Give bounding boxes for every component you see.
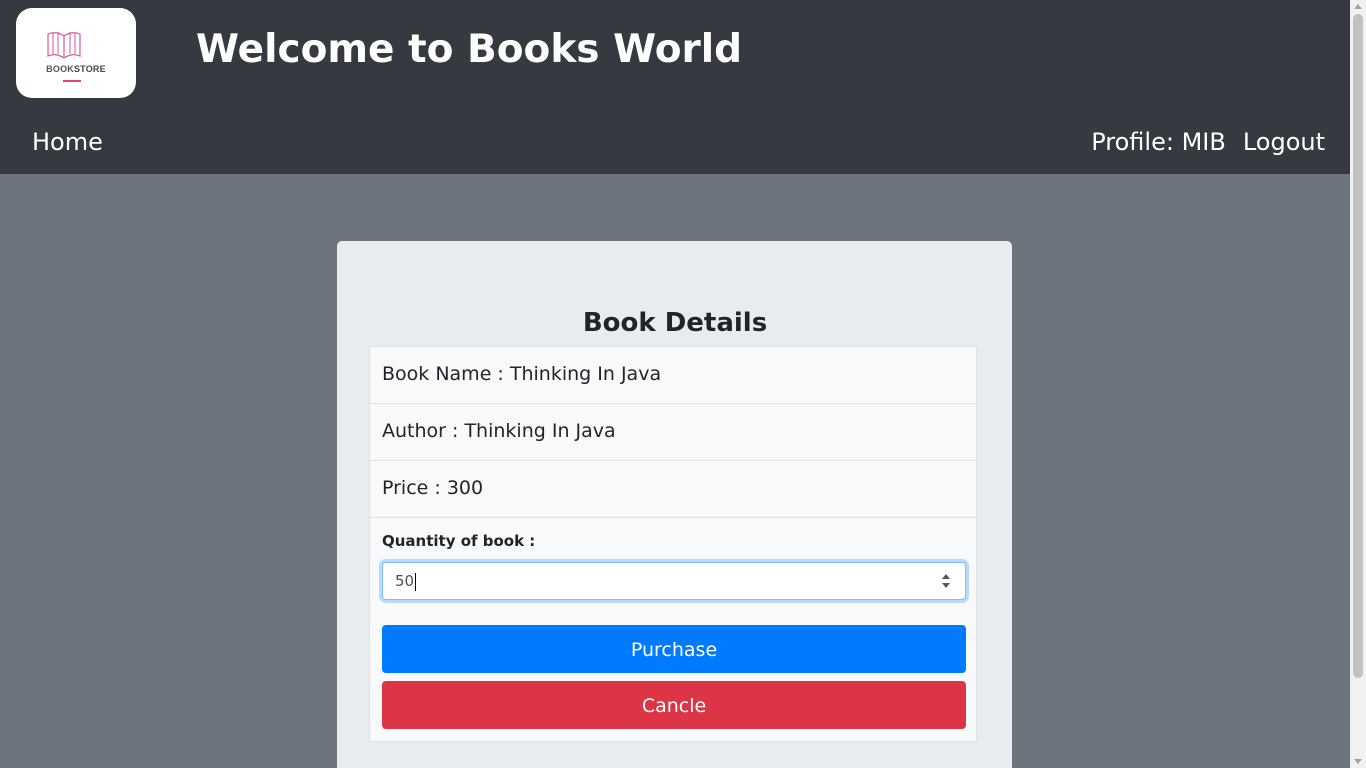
stepper-down-icon[interactable] [942,583,950,588]
price-row: Price : 300 [370,461,976,518]
quantity-stepper[interactable] [941,572,951,590]
text-caret [415,572,417,591]
bookstore-logo[interactable]: BOOKSTORE [16,8,136,98]
top-navbar: BOOKSTORE Welcome to Books World Home Pr… [0,0,1350,174]
open-book-icon [47,32,81,59]
scroll-down-icon[interactable] [1354,759,1362,764]
book-details-title: Book Details [582,308,768,338]
logo-text-store: STORE [73,64,106,74]
book-name-value: Thinking In Java [509,363,662,385]
quantity-value: 50 [395,572,415,590]
quantity-input[interactable]: 50 [382,562,966,600]
scroll-up-icon[interactable] [1354,4,1362,9]
nav-logout-link[interactable]: Logout [1243,124,1325,160]
nav-right-group: Profile: MIB Logout [1091,124,1325,160]
author-label: Author : [382,420,465,442]
purchase-form: Quantity of book : 50 Purchase Cancle [370,518,976,741]
nav-home-link[interactable]: Home [32,124,103,160]
book-name-row: Book Name : Thinking In Java [370,347,976,404]
cancel-button[interactable]: Cancle [382,681,966,729]
purchase-button[interactable]: Purchase [382,625,966,673]
book-name-label: Book Name : [382,363,510,385]
author-row: Author : Thinking In Java [370,404,976,461]
price-value: 300 [446,477,484,499]
stepper-up-icon[interactable] [942,574,950,579]
price-label: Price : [382,477,447,499]
logo-underline [63,80,81,82]
book-details-list: Book Name : Thinking In Java Author : Th… [369,346,977,742]
scrollbar-thumb[interactable] [1353,14,1363,678]
vertical-scrollbar[interactable] [1350,0,1366,768]
quantity-label: Quantity of book : [382,532,536,550]
author-value: Thinking In Java [464,420,616,442]
site-title: Welcome to Books World [196,27,743,72]
nav-profile-link[interactable]: Profile: MIB [1091,124,1226,160]
logo-wordmark: BOOKSTORE [16,64,136,74]
logo-text-book: BOOK [46,64,74,74]
